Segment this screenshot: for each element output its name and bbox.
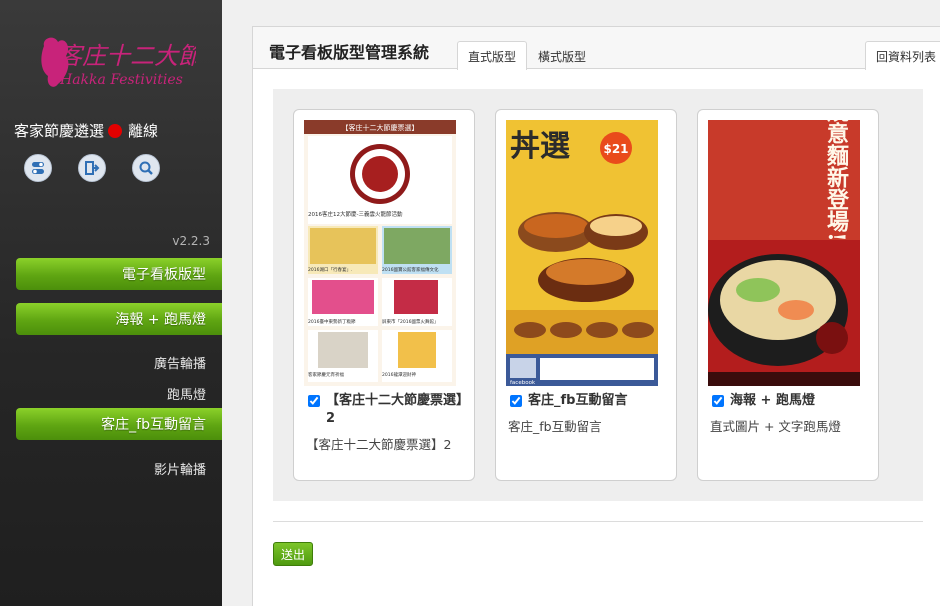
nav-ad-carousel[interactable]: 廣告輪播 (154, 353, 206, 372)
thumb1-caption1: 2016客庄12大節慶-三義雲火龍節活動 (308, 210, 403, 218)
card-title-row: 客庄_fb互動留言 (508, 392, 668, 410)
nav-video-carousel[interactable]: 影片輪播 (154, 459, 206, 478)
thumb1-caption4b: 2016龍潭迎財神 (382, 371, 416, 378)
layout-card[interactable]: 【客庄十二大節慶票選】 2016客庄12大節慶-三義雲火龍節活動 2016湖口「… (293, 109, 475, 481)
layout-card[interactable]: 鍋燒意麵新登場! 海報 + 跑馬燈 直式圖片 + 文字跑馬燈 (697, 109, 879, 481)
card-thumbnail[interactable]: 丼選 $21 facebook (506, 120, 658, 386)
version-label: v2.2.3 (172, 234, 210, 248)
divider (273, 521, 923, 522)
card-title-row: 【客庄十二大節慶票選】2 (306, 392, 466, 428)
sidebar: 客庄十二大節慶 Hakka Festivities 客家節慶遴選 離線 (0, 0, 222, 606)
card-select-checkbox[interactable] (308, 395, 320, 407)
thumb1-caption3a: 2016臺中東勢新丁粄節 (308, 318, 356, 325)
page-title: 電子看板版型管理系統 (269, 43, 430, 62)
card-description: 客庄_fb互動留言 (508, 419, 602, 434)
thumb2-footer: facebook (510, 380, 536, 386)
layout-grid: 【客庄十二大節慶票選】 2016客庄12大節慶-三義雲火龍節活動 2016湖口「… (273, 89, 923, 501)
brand-logo: 客庄十二大節慶 Hakka Festivities (36, 28, 222, 98)
thumb2-price: $21 (603, 142, 628, 156)
thumb1-caption2a: 2016湖口「行春宴」. (308, 266, 352, 273)
submit-button[interactable]: 送出 (273, 542, 313, 566)
offline-indicator-icon (108, 123, 123, 138)
nav-signage-layout[interactable]: 電子看板版型 (16, 258, 222, 290)
nav-marquee[interactable]: 跑馬燈 (167, 384, 206, 403)
card-thumbnail[interactable]: 鍋燒意麵新登場! (708, 120, 860, 386)
card-title: 客庄_fb互動留言 (528, 393, 628, 408)
tab-landscape[interactable]: 橫式版型 (527, 41, 597, 70)
svg-text:Hakka Festivities: Hakka Festivities (59, 72, 183, 88)
card-description: 【客庄十二大節慶票選】2 (306, 437, 452, 452)
card-select-checkbox[interactable] (510, 395, 522, 407)
card-description: 直式圖片 + 文字跑馬燈 (710, 419, 841, 434)
thumb2-title: 丼選 (510, 129, 570, 164)
card-select-checkbox[interactable] (712, 395, 724, 407)
thumb3-headline: 鍋燒意麵新登場! (823, 120, 850, 242)
card-title: 海報 + 跑馬燈 (730, 393, 815, 408)
panel-header: 電子看板版型管理系統 直式版型 橫式版型 回資料列表 (253, 27, 940, 70)
svg-text:客庄十二大節慶: 客庄十二大節慶 (58, 42, 196, 70)
sidebar-toolbar (24, 154, 160, 182)
tab-portrait[interactable]: 直式版型 (457, 41, 528, 70)
connection-status: 客家節慶遴選 離線 (14, 120, 158, 141)
toggle-icon[interactable] (24, 154, 52, 182)
card-title: 【客庄十二大節慶票選】2 (326, 393, 463, 426)
layout-panel: 電子看板版型管理系統 直式版型 橫式版型 回資料列表 【客庄十二大節慶票選】 2… (252, 26, 940, 606)
thumb1-header: 【客庄十二大節慶票選】 (342, 123, 419, 132)
nav-fb-message[interactable]: 客庄_fb互動留言 (16, 408, 222, 440)
nav-poster-marquee[interactable]: 海報 + 跑馬燈 (16, 303, 222, 335)
back-to-list-button[interactable]: 回資料列表 (864, 41, 940, 70)
thumb1-caption3b: 屏東市「2016國票火舞館」 (382, 318, 438, 325)
thumb1-caption4a: 客家節慶元宵祈福 (308, 371, 344, 378)
status-state: 離線 (128, 122, 159, 140)
search-icon[interactable] (132, 154, 160, 182)
layout-card[interactable]: 丼選 $21 facebook 客庄_fb互動留言 客庄_fb互動留言 (495, 109, 677, 481)
status-label: 客家節慶遴選 (14, 122, 105, 140)
main-content: 電子看板版型管理系統 直式版型 橫式版型 回資料列表 【客庄十二大節慶票選】 2… (222, 0, 940, 606)
thumb1-caption2b: 2016國寶公館客家福傳文化 (382, 266, 439, 273)
card-thumbnail[interactable]: 【客庄十二大節慶票選】 2016客庄12大節慶-三義雲火龍節活動 2016湖口「… (304, 120, 456, 386)
card-title-row: 海報 + 跑馬燈 (710, 392, 870, 410)
logout-icon[interactable] (78, 154, 106, 182)
